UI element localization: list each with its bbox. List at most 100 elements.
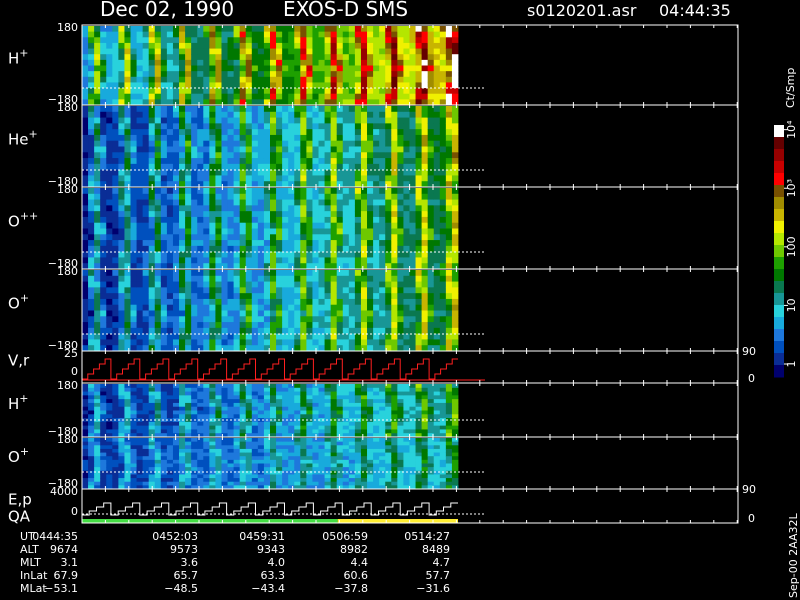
heatmap-cell (142, 470, 150, 475)
heatmap-cell (306, 169, 313, 176)
heatmap-cell (445, 387, 453, 392)
heatmap-cell (330, 234, 338, 241)
heatmap-cell (391, 322, 398, 329)
heatmap-cell (336, 387, 344, 392)
heatmap-cell (148, 169, 156, 176)
heatmap-cell (318, 216, 325, 224)
heatmap-cell (82, 251, 89, 258)
heatmap-cell (385, 59, 392, 66)
heatmap-cell (203, 88, 210, 95)
heatmap-cell (282, 163, 289, 171)
heatmap-cell (421, 228, 429, 235)
heatmap-cell (160, 395, 168, 400)
heatmap-cell (270, 322, 277, 329)
heatmap-cell (288, 414, 295, 419)
heatmap-cell (124, 37, 131, 44)
heatmap-cell (373, 387, 380, 392)
heatmap-cell (203, 316, 210, 323)
heatmap-cell (82, 445, 89, 450)
heatmap-cell (166, 59, 174, 66)
heatmap-cell (136, 71, 144, 78)
heatmap-cell (409, 188, 416, 195)
heatmap-cell (427, 293, 435, 300)
heatmap-cell (209, 65, 216, 72)
heatmap-cell (191, 175, 198, 182)
heatmap-cell (306, 42, 313, 49)
heatmap-cell (209, 117, 216, 124)
heatmap-cell (179, 99, 186, 106)
heatmap-cell (197, 188, 204, 195)
heatmap-cell (324, 181, 332, 188)
heatmap-cell (360, 193, 368, 200)
heatmap-cell (385, 117, 392, 124)
heatmap-cell (445, 48, 453, 55)
heatmap-cell (300, 26, 307, 33)
heatmap-cell (379, 175, 386, 182)
heatmap-cell (324, 146, 332, 153)
heatmap-cell (239, 429, 247, 434)
heatmap-cell (251, 193, 259, 200)
heatmap-cell (324, 406, 332, 411)
heatmap-cell (263, 228, 271, 235)
heatmap-cell (185, 169, 192, 176)
heatmap-cell (257, 71, 265, 78)
heatmap-cell (391, 48, 398, 55)
heatmap-cell (379, 106, 386, 113)
heatmap-cell (427, 59, 435, 66)
heatmap-cell (172, 316, 180, 323)
heatmap-cell (239, 304, 247, 311)
heatmap-cell (409, 134, 416, 142)
heatmap-cell (324, 425, 332, 430)
heatmap-cell (239, 333, 247, 340)
heatmap-cell (245, 270, 253, 277)
heatmap-cell (330, 134, 338, 142)
heatmap-cell (203, 93, 210, 100)
heatmap-cell (294, 281, 301, 288)
heatmap-cell (324, 26, 332, 33)
heatmap-cell (288, 129, 295, 136)
heatmap-cell (124, 448, 131, 453)
heatmap-cell (233, 240, 241, 247)
heatmap-cell (330, 106, 338, 113)
heatmap-cell (124, 441, 131, 446)
heatmap-cell (288, 140, 295, 147)
heatmap-cell (385, 31, 392, 38)
heatmap-cell (397, 384, 404, 389)
heatmap-cell (403, 387, 410, 392)
heatmap-cell (263, 287, 271, 294)
heatmap-cell (263, 298, 271, 306)
heatmap-cell (94, 193, 101, 200)
heatmap-cell (130, 395, 137, 400)
heatmap-cell (233, 211, 241, 218)
heatmap-cell (172, 54, 180, 61)
heatmap-cell (270, 106, 277, 113)
heatmap-cell (251, 339, 259, 346)
heatmap-cell (245, 257, 253, 264)
heatmap-cell (166, 474, 174, 479)
heatmap-cell (415, 395, 423, 400)
heatmap-cell (203, 322, 210, 329)
heatmap-cell (282, 410, 289, 415)
heatmap-cell (300, 270, 307, 277)
heatmap-cell (276, 425, 283, 430)
heatmap-cell (257, 222, 265, 229)
heatmap-cell (294, 410, 301, 415)
heatmap-cell (142, 193, 150, 200)
heatmap-cell (82, 175, 89, 182)
heatmap-cell (330, 429, 338, 434)
heatmap-cell (179, 163, 186, 171)
heatmap-cell (130, 384, 137, 389)
heatmap-cell (300, 169, 307, 176)
heatmap-cell (88, 448, 95, 453)
heatmap-cell (367, 146, 374, 153)
heatmap-cell (191, 37, 198, 44)
heatmap-cell (276, 188, 283, 195)
heatmap-cell (360, 421, 368, 427)
heatmap-cell (282, 31, 289, 38)
heatmap-cell (82, 163, 89, 171)
heatmap-cell (451, 199, 459, 206)
heatmap-cell (427, 93, 435, 100)
heatmap-cell (239, 26, 247, 33)
heatmap-cell (421, 59, 429, 66)
heatmap-cell (203, 175, 210, 182)
